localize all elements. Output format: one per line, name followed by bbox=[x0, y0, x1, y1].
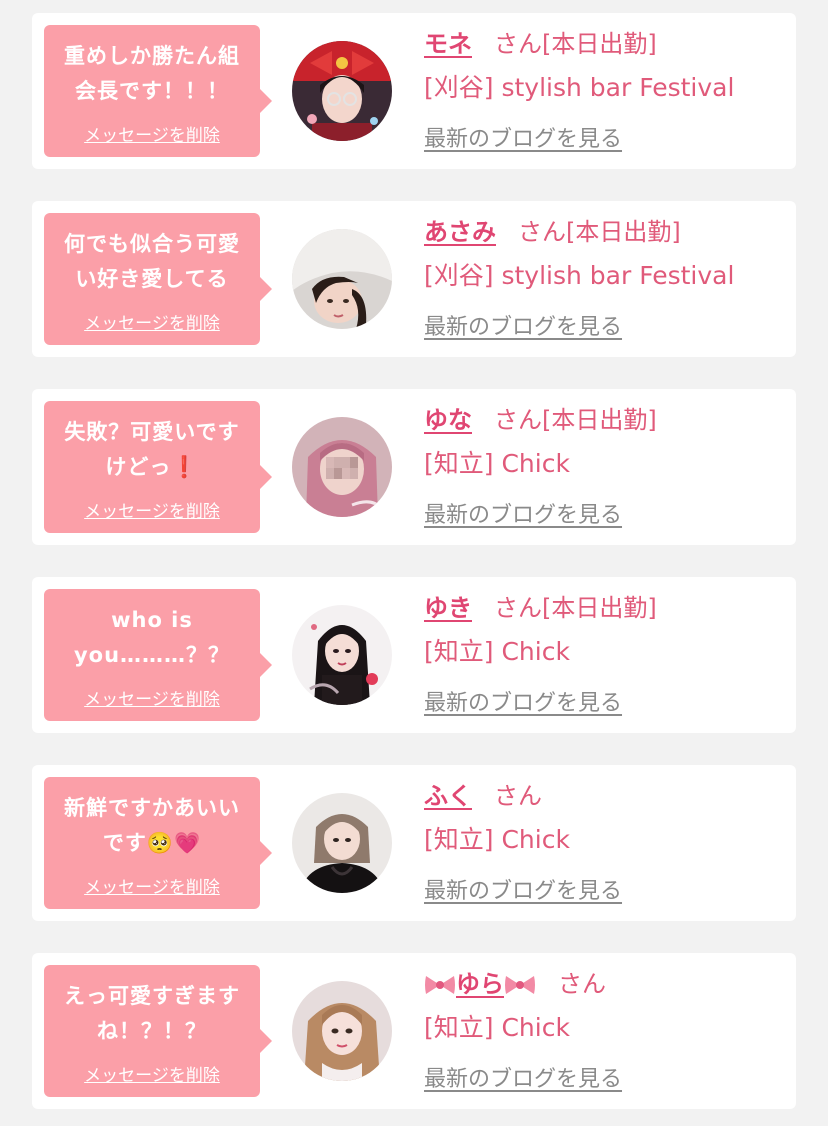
cast-avatar[interactable] bbox=[292, 793, 392, 893]
cast-photo-birthday-icon bbox=[292, 605, 392, 705]
cast-name-link[interactable]: ふく bbox=[424, 782, 472, 810]
work-status: [本日出勤] bbox=[566, 218, 681, 246]
cast-name-link[interactable]: あさみ bbox=[424, 218, 496, 246]
cast-photo-white-hat-icon bbox=[292, 229, 392, 329]
message-text: えっ可愛すぎます ね！？！？ bbox=[64, 984, 240, 1043]
ribbon-bow-icon bbox=[505, 976, 535, 994]
delete-message-link[interactable]: メッセージを削除 bbox=[44, 497, 260, 522]
latest-blog-link[interactable]: 最新のブログを見る bbox=[424, 685, 622, 717]
message-bubble: 何でも似合う可愛 い好き愛してる メッセージを削除 bbox=[44, 213, 272, 345]
delete-message-link[interactable]: メッセージを削除 bbox=[44, 873, 260, 898]
latest-blog-link[interactable]: 最新のブログを見る bbox=[424, 1061, 622, 1093]
cast-avatar[interactable] bbox=[292, 417, 392, 517]
cast-info: あさみ さん[本日出勤] [刈谷] stylish bar Festival 最新… bbox=[424, 211, 788, 341]
latest-blog-link[interactable]: 最新のブログを見る bbox=[424, 873, 622, 905]
cast-info: ゆな さん[本日出勤] [知立] Chick 最新のブログを見る bbox=[424, 399, 788, 529]
cast-photo-black-dress-icon bbox=[292, 793, 392, 893]
message-bubble: 重めしか勝たん組 会長です！！！ メッセージを削除 bbox=[44, 25, 272, 157]
cast-name-line: あさみ さん[本日出勤] bbox=[424, 211, 788, 253]
cast-photo-pink-hair-icon bbox=[292, 417, 392, 517]
honorific: さん bbox=[518, 218, 566, 246]
work-status: [本日出勤] bbox=[542, 406, 657, 434]
cast-name-link[interactable]: ゆな bbox=[424, 406, 472, 434]
shop-name: [知立] Chick bbox=[424, 1013, 570, 1042]
cast-info: ゆら さん [知立] Chick 最新のブログを見る bbox=[424, 963, 788, 1093]
message-text: 新鮮ですかあいい です🥺💗 bbox=[64, 796, 240, 855]
honorific: さん bbox=[494, 594, 542, 622]
cast-photo-red-bow-icon bbox=[292, 41, 392, 141]
shop-name: [知立] Chick bbox=[424, 449, 570, 478]
shop-name: [知立] Chick bbox=[424, 637, 570, 666]
shop-name: [知立] Chick bbox=[424, 825, 570, 854]
message-card: 新鮮ですかあいい です🥺💗 メッセージを削除 ふく さん [知立] Chick 最… bbox=[32, 765, 796, 921]
message-bubble: 新鮮ですかあいい です🥺💗 メッセージを削除 bbox=[44, 777, 272, 909]
delete-message-link[interactable]: メッセージを削除 bbox=[44, 685, 260, 710]
message-text: 重めしか勝たん組 会長です！！！ bbox=[64, 44, 240, 103]
message-card: えっ可愛すぎます ね！？！？ メッセージを削除 ゆら さん [知立] Chick… bbox=[32, 953, 796, 1109]
cast-avatar[interactable] bbox=[292, 605, 392, 705]
ribbon-bow-icon bbox=[425, 976, 455, 994]
latest-blog-link[interactable]: 最新のブログを見る bbox=[424, 121, 622, 153]
cast-name-link[interactable]: モネ bbox=[424, 30, 472, 58]
cast-name-line: ゆな さん[本日出勤] bbox=[424, 399, 788, 441]
cast-info: ゆき さん[本日出勤] [知立] Chick 最新のブログを見る bbox=[424, 587, 788, 717]
work-status: [本日出勤] bbox=[542, 594, 657, 622]
message-card: 何でも似合う可愛 い好き愛してる メッセージを削除 あさみ さん[本日出勤] [刈… bbox=[32, 201, 796, 357]
cast-avatar[interactable] bbox=[292, 981, 392, 1081]
delete-message-link[interactable]: メッセージを削除 bbox=[44, 121, 260, 146]
cast-name-line: ゆら さん bbox=[424, 963, 788, 1005]
cast-info: モネ さん[本日出勤] [刈谷] stylish bar Festival 最新の… bbox=[424, 23, 788, 153]
message-card: 重めしか勝たん組 会長です！！！ メッセージを削除 モネ さん[本日出勤] [刈谷… bbox=[32, 13, 796, 169]
honorific: さん bbox=[494, 30, 542, 58]
delete-message-link[interactable]: メッセージを削除 bbox=[44, 1061, 260, 1086]
cast-name-line: モネ さん[本日出勤] bbox=[424, 23, 788, 65]
honorific: さん bbox=[494, 782, 542, 810]
cast-name-line: ふく さん bbox=[424, 775, 788, 817]
message-text: 失敗？可愛いです けどっ❗ bbox=[64, 420, 240, 479]
message-card: 失敗？可愛いです けどっ❗ メッセージを削除 ゆな さん[本日出勤] [知立] C… bbox=[32, 389, 796, 545]
cast-avatar[interactable] bbox=[292, 41, 392, 141]
cast-name-line: ゆき さん[本日出勤] bbox=[424, 587, 788, 629]
message-bubble: えっ可愛すぎます ね！？！？ メッセージを削除 bbox=[44, 965, 272, 1097]
work-status: [本日出勤] bbox=[542, 30, 657, 58]
shop-name: [刈谷] stylish bar Festival bbox=[424, 73, 735, 102]
delete-message-link[interactable]: メッセージを削除 bbox=[44, 309, 260, 334]
message-text: 何でも似合う可愛 い好き愛してる bbox=[64, 232, 240, 291]
message-list: 重めしか勝たん組 会長です！！！ メッセージを削除 モネ さん[本日出勤] [刈谷… bbox=[0, 0, 828, 1126]
latest-blog-link[interactable]: 最新のブログを見る bbox=[424, 497, 622, 529]
cast-name-link[interactable]: ゆき bbox=[424, 594, 472, 622]
shop-name: [刈谷] stylish bar Festival bbox=[424, 261, 735, 290]
latest-blog-link[interactable]: 最新のブログを見る bbox=[424, 309, 622, 341]
message-bubble: who is you………？？ メッセージを削除 bbox=[44, 589, 272, 721]
honorific: さん bbox=[558, 970, 606, 998]
message-bubble: 失敗？可愛いです けどっ❗ メッセージを削除 bbox=[44, 401, 272, 533]
cast-avatar[interactable] bbox=[292, 229, 392, 329]
cast-photo-brown-hair-icon bbox=[292, 981, 392, 1081]
message-card: who is you………？？ メッセージを削除 ゆき さん[本日出勤] [知立]… bbox=[32, 577, 796, 733]
honorific: さん bbox=[494, 406, 542, 434]
cast-name-link[interactable]: ゆら bbox=[424, 970, 536, 998]
message-text: who is you………？？ bbox=[73, 608, 231, 667]
cast-info: ふく さん [知立] Chick 最新のブログを見る bbox=[424, 775, 788, 905]
